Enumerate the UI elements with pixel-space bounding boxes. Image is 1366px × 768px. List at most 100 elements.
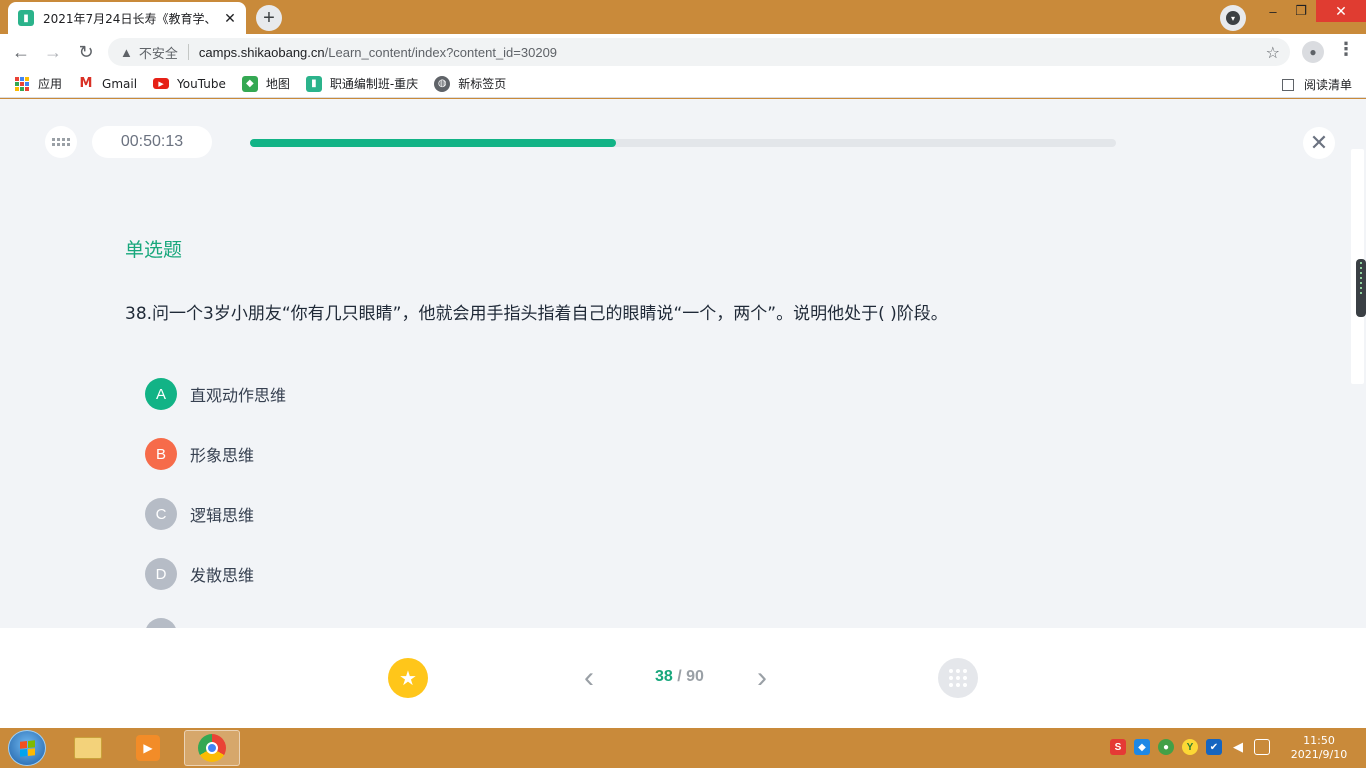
keyboard-button[interactable] (45, 126, 77, 158)
bookmark-maps[interactable]: ◆ 地图 (241, 75, 290, 92)
taskbar-chrome[interactable] (184, 730, 240, 766)
sogou-input-icon[interactable]: S (1110, 739, 1126, 755)
browser-toolbar: ← → ↻ ▲ 不安全 camps.shikaobang.cn/Learn_co… (0, 34, 1366, 70)
media-player-icon: ▶ (136, 735, 160, 761)
security-app-icon[interactable]: Y (1182, 739, 1198, 755)
previous-question-button[interactable]: ‹ (584, 663, 594, 693)
bookmark-label: YouTube (177, 76, 226, 91)
total-questions: 90 (686, 668, 704, 685)
bookmark-gmail[interactable]: M Gmail (78, 76, 137, 92)
windows-taskbar: ▶ S ◆ ● Y ✔ ◀ 11:50 2021/9/10 (0, 728, 1366, 768)
option-d[interactable]: D 发散思维 (145, 558, 286, 590)
option-b[interactable]: B 形象思维 (145, 438, 286, 470)
clock-time: 11:50 (1303, 734, 1335, 747)
bookmark-zhitong[interactable]: ▮ 职通编制班-重庆 (305, 75, 419, 92)
star-icon: ★ (399, 667, 417, 690)
security-label[interactable]: 不安全 (139, 43, 178, 62)
bookmark-label: 应用 (38, 77, 63, 91)
address-bar[interactable]: ▲ 不安全 camps.shikaobang.cn/Learn_content/… (108, 38, 1290, 66)
favorite-button[interactable]: ★ (388, 658, 428, 698)
chevron-left-icon: ‹ (584, 661, 594, 694)
bookmark-label: 地图 (265, 77, 290, 91)
warning-icon[interactable]: ▲ (120, 45, 133, 60)
progress-fill (250, 139, 616, 147)
start-button[interactable] (8, 730, 46, 766)
account-icon[interactable]: ● (1302, 41, 1324, 63)
chevron-right-icon: › (757, 661, 767, 694)
progress-bar (250, 139, 1116, 147)
reading-list-label: 阅读清单 (1303, 78, 1352, 92)
volume-icon[interactable]: ◀ (1230, 739, 1246, 755)
option-text: 直观动作思维 (190, 386, 287, 405)
option-letter: D (145, 558, 177, 590)
divider (187, 44, 189, 60)
bookmarks-bar: 应用 M Gmail ▶ YouTube ◆ 地图 ▮ 职通编制班-重庆 ◍ 新… (0, 70, 1366, 98)
option-text: 逻辑思维 (190, 506, 255, 525)
url-path: /Learn_content/index?content_id=30209 (324, 44, 558, 60)
chevron-down-icon: ▾ (1226, 11, 1240, 25)
network-icon[interactable] (1254, 739, 1270, 755)
bookmark-label: Gmail (102, 76, 138, 91)
folder-icon (74, 737, 102, 759)
option-c[interactable]: C 逻辑思维 (145, 498, 286, 530)
close-quiz-button[interactable]: ✕ (1303, 127, 1335, 159)
current-question-number: 38 (655, 668, 673, 685)
bookmark-label: 新标签页 (458, 77, 507, 91)
bookmark-label: 职通编制班-重庆 (329, 77, 419, 91)
new-tab-button[interactable]: + (256, 5, 282, 31)
globe-icon: ◍ (434, 75, 451, 92)
reload-button[interactable]: ↻ (74, 40, 98, 64)
browser-tabstrip: ▮ 2021年7月24日长寿《教育学、心 ✕ + ▾ – ❐ ✕ (0, 0, 1366, 34)
grid-icon (949, 669, 967, 687)
restore-button[interactable]: ❐ (1286, 0, 1316, 22)
reading-list-button[interactable]: 阅读清单 (1281, 76, 1352, 93)
shield-icon[interactable]: ✔ (1206, 739, 1222, 755)
bookmark-apps[interactable]: 应用 (14, 75, 62, 92)
gmail-icon: M (79, 76, 93, 91)
next-question-button[interactable]: › (757, 663, 767, 693)
question-text: 38.问一个3岁小朋友“你有几只眼睛”，他就会用手指头指着自己的眼睛说“一个，两… (125, 304, 948, 324)
taskbar-clock[interactable]: 11:50 2021/9/10 (1288, 734, 1350, 762)
question-pager: 38 / 90 (655, 668, 704, 686)
option-e-partial[interactable] (145, 618, 286, 628)
tab-search-button[interactable]: ▾ (1220, 5, 1246, 31)
bottom-nav-bar: ★ ‹ 38 / 90 › (0, 628, 1366, 728)
tab-title: 2021年7月24日长寿《教育学、心 (43, 11, 216, 26)
chrome-icon (198, 734, 226, 762)
scroll-grip-handle[interactable] (1356, 259, 1366, 317)
pager-separator: / (672, 668, 687, 685)
taskbar-media-player[interactable]: ▶ (120, 730, 176, 766)
browser-tab[interactable]: ▮ 2021年7月24日长寿《教育学、心 ✕ (8, 2, 246, 34)
apps-icon (14, 76, 30, 92)
minimize-button[interactable]: – (1258, 0, 1288, 22)
maps-icon: ◆ (241, 75, 258, 92)
more-menu-icon[interactable]: ⋮ (1337, 40, 1355, 58)
bookmark-newtab[interactable]: ◍ 新标签页 (434, 75, 506, 92)
option-text: 发散思维 (190, 566, 255, 585)
site-favicon-icon: ▮ (18, 10, 34, 26)
option-letter: C (145, 498, 177, 530)
wechat-icon[interactable]: ● (1158, 739, 1174, 755)
option-letter: B (145, 438, 177, 470)
option-letter: A (145, 378, 177, 410)
bookmark-youtube[interactable]: ▶ YouTube (153, 77, 226, 91)
network-drive-icon[interactable]: ◆ (1134, 739, 1150, 755)
clock-date: 2021/9/10 (1290, 748, 1348, 761)
youtube-icon: ▶ (153, 78, 170, 89)
url-text[interactable]: camps.shikaobang.cn/Learn_content/index?… (199, 45, 557, 60)
taskbar-explorer[interactable] (60, 730, 116, 766)
forward-button[interactable]: → (41, 40, 65, 64)
windows-logo-icon (19, 739, 35, 757)
tab-close-icon[interactable]: ✕ (222, 10, 238, 27)
back-button[interactable]: ← (9, 40, 33, 64)
answer-sheet-button[interactable] (938, 658, 978, 698)
zhitong-icon: ▮ (305, 75, 322, 92)
keyboard-icon (52, 138, 70, 146)
system-tray: S ◆ ● Y ✔ ◀ (1110, 739, 1278, 755)
bookmark-star-icon[interactable]: ☆ (1266, 43, 1280, 63)
option-text: 形象思维 (190, 446, 255, 465)
option-a[interactable]: A 直观动作思维 (145, 378, 286, 410)
question-type: 单选题 (125, 239, 183, 261)
timer: 00:50:13 (92, 126, 212, 158)
window-close-button[interactable]: ✕ (1316, 0, 1366, 22)
